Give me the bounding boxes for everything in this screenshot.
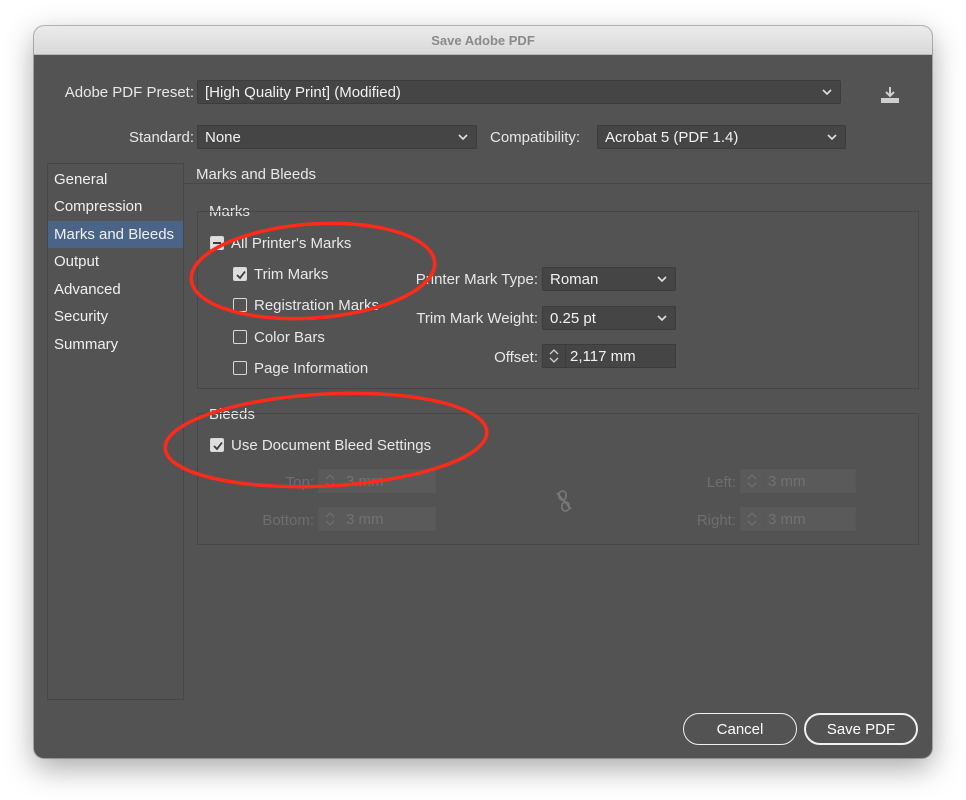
window-title: Save Adobe PDF (34, 26, 932, 55)
preset-value: [High Quality Print] (Modified) (205, 83, 401, 101)
category-sidebar: General Compression Marks and Bleeds Out… (47, 163, 184, 700)
printer-mark-type-value: Roman (550, 270, 599, 288)
stepper-arrows-icon (741, 508, 764, 530)
registration-marks-label: Registration Marks (254, 297, 380, 314)
stepper-arrows-icon (741, 470, 764, 492)
trim-marks-checkbox[interactable] (233, 267, 247, 281)
save-preset-icon[interactable] (879, 85, 901, 105)
page-information-label: Page Information (254, 360, 369, 377)
compatibility-value: Acrobat 5 (PDF 1.4) (605, 128, 739, 146)
standard-select[interactable]: None (197, 125, 477, 149)
chevron-down-icon (657, 315, 667, 322)
page-information-checkbox[interactable] (233, 361, 247, 375)
all-printers-marks-checkbox[interactable] (210, 236, 224, 250)
stepper-arrows-icon (319, 508, 342, 530)
bleed-top-label: Top: (285, 474, 314, 491)
stepper-arrows-icon[interactable] (543, 345, 566, 367)
stepper-arrows-icon (319, 470, 342, 492)
use-document-bleed-label: Use Document Bleed Settings (231, 437, 432, 454)
bleed-top-stepper[interactable]: 3 mm (318, 469, 436, 493)
bleed-right-label: Right: (696, 512, 736, 529)
standard-label: Standard: (128, 129, 194, 146)
sidebar-item-marks-and-bleeds[interactable]: Marks and Bleeds (48, 221, 183, 248)
sidebar-item-summary[interactable]: Summary (48, 331, 183, 358)
preset-select[interactable]: [High Quality Print] (Modified) (197, 80, 841, 104)
bleed-bottom-label: Bottom: (262, 512, 314, 529)
sidebar-item-security[interactable]: Security (48, 303, 183, 330)
all-printers-marks-label: All Printer's Marks (231, 235, 352, 252)
chevron-down-icon (827, 134, 837, 141)
bleed-right-stepper[interactable]: 3 mm (740, 507, 856, 531)
offset-value: 2,117 mm (570, 347, 636, 365)
registration-marks-checkbox[interactable] (233, 298, 247, 312)
sidebar-item-advanced[interactable]: Advanced (48, 276, 183, 303)
chevron-down-icon (458, 134, 468, 141)
link-broken-icon[interactable] (554, 489, 574, 513)
sidebar-item-compression[interactable]: Compression (48, 193, 183, 220)
color-bars-label: Color Bars (254, 329, 325, 346)
bleed-left-value: 3 mm (768, 472, 806, 490)
checkmark-icon (236, 270, 246, 280)
cancel-button[interactable]: Cancel (683, 713, 797, 745)
sidebar-item-general[interactable]: General (48, 166, 183, 193)
use-document-bleed-checkbox[interactable] (210, 438, 224, 452)
save-pdf-button[interactable]: Save PDF (804, 713, 918, 745)
save-pdf-dialog: Save Adobe PDF Adobe PDF Preset: [High Q… (34, 26, 932, 758)
compatibility-label: Compatibility: (490, 129, 581, 146)
trim-mark-weight-label: Trim Mark Weight: (416, 310, 538, 327)
sidebar-item-output[interactable]: Output (48, 248, 183, 275)
bleed-bottom-stepper[interactable]: 3 mm (318, 507, 436, 531)
checkmark-icon (213, 441, 223, 451)
color-bars-checkbox[interactable] (233, 330, 247, 344)
trim-mark-weight-value: 0.25 pt (550, 309, 596, 327)
trim-marks-label: Trim Marks (254, 266, 329, 283)
standard-value: None (205, 128, 241, 146)
bleed-left-stepper[interactable]: 3 mm (740, 469, 856, 493)
offset-label: Offset: (494, 349, 538, 366)
bleed-bottom-value: 3 mm (346, 510, 384, 528)
printer-mark-type-label: Printer Mark Type: (415, 271, 538, 288)
compatibility-select[interactable]: Acrobat 5 (PDF 1.4) (597, 125, 846, 149)
bleed-right-value: 3 mm (768, 510, 806, 528)
bleed-left-label: Left: (706, 474, 736, 491)
offset-stepper[interactable]: 2,117 mm (542, 344, 676, 368)
chevron-down-icon (657, 276, 667, 283)
panel-title: Marks and Bleeds (196, 166, 317, 183)
printer-mark-type-select[interactable]: Roman (542, 267, 676, 291)
chevron-down-icon (822, 89, 832, 96)
preset-label: Adobe PDF Preset: (64, 84, 194, 101)
trim-mark-weight-select[interactable]: 0.25 pt (542, 306, 676, 330)
panel-divider (184, 183, 932, 184)
bleed-top-value: 3 mm (346, 472, 384, 490)
